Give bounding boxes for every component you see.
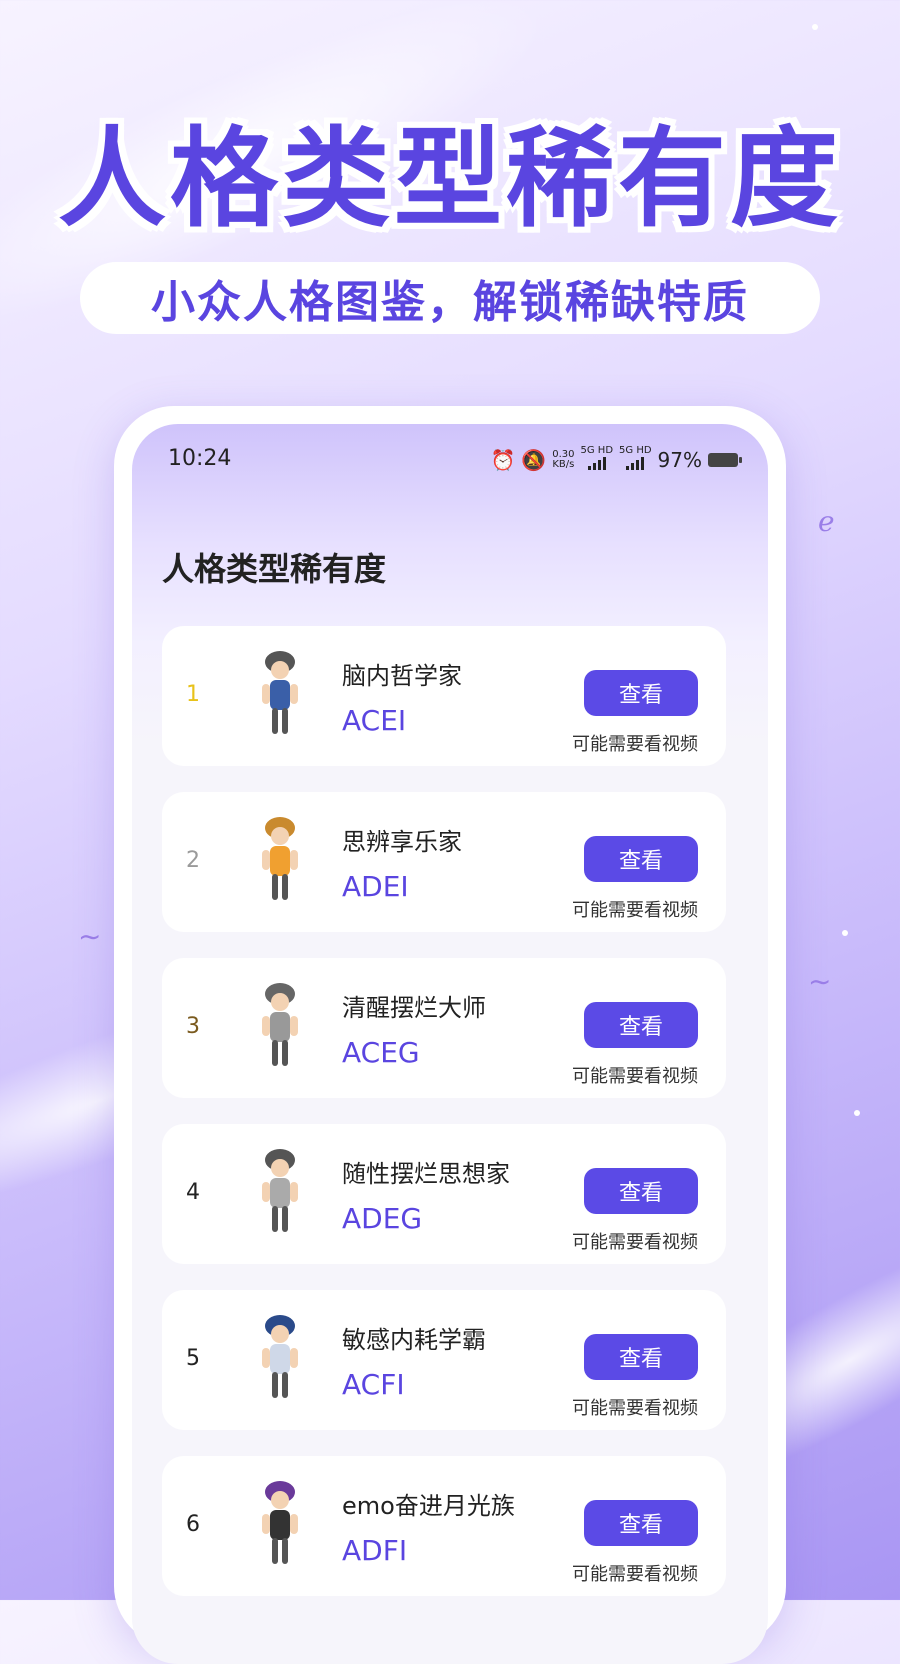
alarm-icon: ⏰ xyxy=(490,447,516,472)
list-item[interactable]: 2 思辨享乐家 ADEI 查看 可能需要看视频 xyxy=(162,792,726,932)
status-bar: 10:24 ⏰ 🔕 0.30 KB/s 5G HD 5G HD 97% xyxy=(132,424,768,494)
promo-subtitle: 小众人格图鉴，解锁稀缺特质 xyxy=(80,262,820,334)
network-type-2: 5G HD xyxy=(619,445,652,456)
list-item[interactable]: 4 随性摆烂思想家 ADEG 查看 可能需要看视频 xyxy=(162,1124,726,1264)
status-time: 10:24 xyxy=(168,446,232,471)
app-screen: 10:24 ⏰ 🔕 0.30 KB/s 5G HD 5G HD 97% 人格类型… xyxy=(132,424,768,1664)
promo-subtitle-text: 小众人格图鉴，解锁稀缺特质 xyxy=(151,277,749,328)
list-item[interactable]: 1 脑内哲学家 ACEI 查看 可能需要看视频 xyxy=(162,626,726,766)
video-hint: 可能需要看视频 xyxy=(572,900,698,921)
personality-name: emo奋进月光族 xyxy=(342,1492,515,1520)
rank-number: 6 xyxy=(186,1512,200,1537)
personality-code: ACEI xyxy=(342,704,407,737)
view-button[interactable]: 查看 xyxy=(584,836,698,882)
view-button[interactable]: 查看 xyxy=(584,1334,698,1380)
battery-percent: 97% xyxy=(657,447,702,472)
personality-name: 脑内哲学家 xyxy=(342,662,462,690)
avatar-slacker-icon xyxy=(262,983,298,1066)
rank-number: 3 xyxy=(186,1014,200,1039)
squiggle-decoration: ℯ xyxy=(818,505,835,538)
squiggle-decoration: ∼ xyxy=(78,920,102,953)
video-hint: 可能需要看视频 xyxy=(572,1066,698,1087)
rank-number: 4 xyxy=(186,1180,200,1205)
promo-headline: 人格类型稀有度 xyxy=(57,117,842,242)
list-item[interactable]: 5 敏感内耗学霸 ACFI 查看 可能需要看视频 xyxy=(162,1290,726,1430)
view-button[interactable]: 查看 xyxy=(584,1168,698,1214)
status-icons: ⏰ 🔕 0.30 KB/s 5G HD 5G HD 97% xyxy=(490,445,742,473)
personality-name: 清醒摆烂大师 xyxy=(342,994,486,1022)
avatar-scholar-icon xyxy=(262,1315,298,1398)
signal-bars-icon xyxy=(626,456,645,470)
view-button[interactable]: 查看 xyxy=(584,670,698,716)
signal-1: 5G HD xyxy=(580,445,614,473)
page-title: 人格类型稀有度 xyxy=(162,550,387,588)
sparkle-decoration xyxy=(842,930,848,936)
signal-bars-icon xyxy=(587,456,606,470)
video-hint: 可能需要看视频 xyxy=(572,1232,698,1253)
list-item[interactable]: 6 emo奋进月光族 ADFI 查看 可能需要看视频 xyxy=(162,1456,726,1596)
sparkle-decoration xyxy=(812,24,818,30)
personality-name: 随性摆烂思想家 xyxy=(342,1160,510,1188)
battery-icon xyxy=(708,452,742,467)
video-hint: 可能需要看视频 xyxy=(572,1398,698,1419)
personality-name: 敏感内耗学霸 xyxy=(342,1326,486,1354)
avatar-philosopher-icon xyxy=(262,651,298,734)
personality-code: ADFI xyxy=(342,1534,408,1567)
avatar-hedonist-icon xyxy=(262,817,298,900)
personality-code: ADEG xyxy=(342,1202,423,1235)
rank-number: 2 xyxy=(186,848,200,873)
network-type-1: 5G HD xyxy=(580,445,614,456)
view-button[interactable]: 查看 xyxy=(584,1500,698,1546)
personality-name: 思辨享乐家 xyxy=(342,828,462,856)
personality-code: ACFI xyxy=(342,1368,405,1401)
network-speed: 0.30 KB/s xyxy=(552,449,575,470)
avatar-thinker-icon xyxy=(262,1149,298,1232)
personality-code: ACEG xyxy=(342,1036,420,1069)
avatar-emo-icon xyxy=(262,1481,298,1564)
list-item[interactable]: 3 清醒摆烂大师 ACEG 查看 可能需要看视频 xyxy=(162,958,726,1098)
mute-icon: 🔕 xyxy=(521,447,547,472)
video-hint: 可能需要看视频 xyxy=(572,1564,698,1585)
video-hint: 可能需要看视频 xyxy=(572,734,698,755)
sparkle-decoration xyxy=(854,1110,860,1116)
rank-number: 1 xyxy=(186,682,200,707)
signal-2: 5G HD xyxy=(619,446,652,473)
personality-code: ADEI xyxy=(342,870,409,903)
rank-number: 5 xyxy=(186,1346,200,1371)
speed-unit: KB/s xyxy=(552,458,575,470)
phone-frame: 10:24 ⏰ 🔕 0.30 KB/s 5G HD 5G HD 97% 人格类型… xyxy=(114,406,786,1664)
view-button[interactable]: 查看 xyxy=(584,1002,698,1048)
squiggle-decoration: ∼ xyxy=(808,965,832,998)
